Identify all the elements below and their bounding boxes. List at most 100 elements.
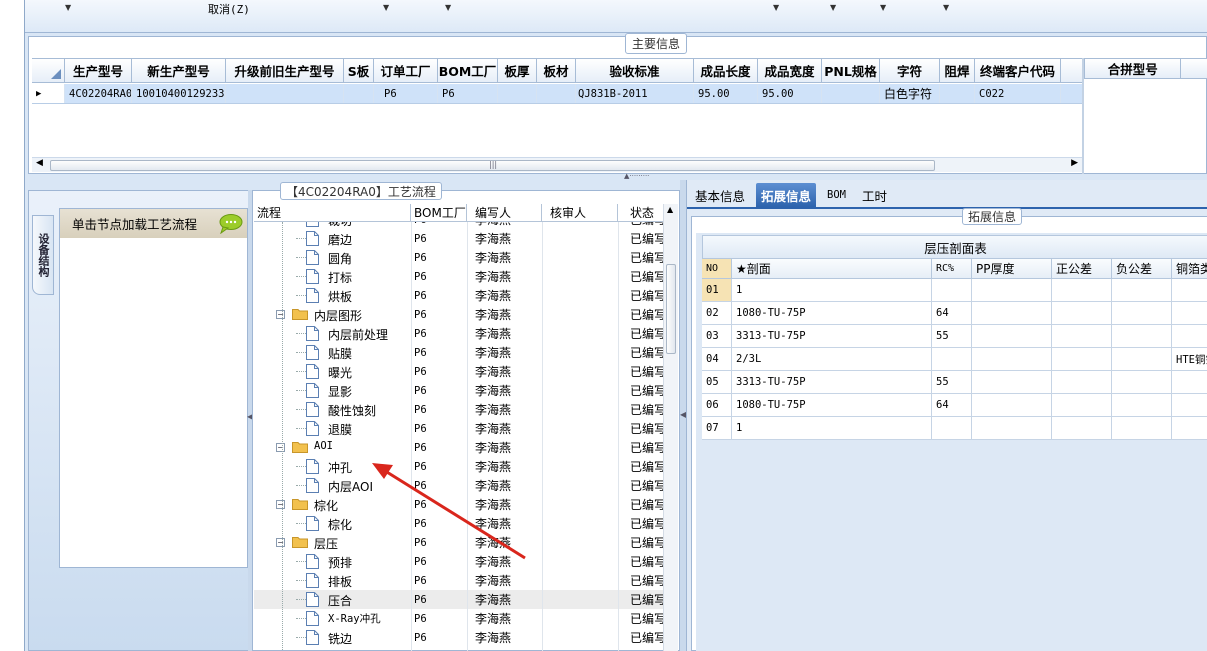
lamination-row[interactable]: 05 3313-TU-75P 55 — [702, 371, 1207, 394]
lamination-cell[interactable]: 3313-TU-75P — [732, 325, 932, 347]
cancel-button[interactable]: 取消(Z) — [208, 1, 250, 17]
grid-cell[interactable]: C022 — [975, 84, 1061, 103]
lamination-cell[interactable] — [1052, 279, 1112, 301]
grid-cell[interactable]: QJ831B-2011 — [576, 84, 694, 103]
process-node[interactable]: 退膜 — [254, 419, 411, 438]
lamination-cell[interactable] — [1112, 279, 1172, 301]
lamination-cell[interactable] — [1052, 417, 1112, 439]
splitter-grip-icon[interactable]: ▲········· — [624, 172, 649, 180]
column-header[interactable]: 编写人 — [467, 204, 542, 221]
column-header[interactable]: S板 — [344, 59, 374, 82]
lamination-cell[interactable] — [1052, 348, 1112, 370]
process-tree-row[interactable]: 贴膜 P6 李海燕 已编写 — [254, 343, 664, 362]
lamination-cell[interactable] — [1112, 394, 1172, 416]
process-node[interactable]: 内层前处理 — [254, 324, 411, 343]
column-header[interactable]: 验收标准 — [576, 59, 694, 82]
lamination-cell[interactable] — [932, 417, 972, 439]
lamination-cell[interactable] — [1172, 394, 1207, 416]
lamination-cell[interactable] — [1052, 302, 1112, 324]
process-node[interactable]: 铣边 — [254, 628, 411, 647]
grid-cell[interactable] — [537, 84, 576, 103]
horizontal-scrollbar[interactable]: ◀ ||| ▶ — [32, 157, 1082, 172]
lamination-cell[interactable]: 64 — [932, 302, 972, 324]
process-tree-row[interactable]: 内层前处理 P6 李海燕 已编写 — [254, 324, 664, 343]
lamination-cell[interactable] — [1112, 302, 1172, 324]
lamination-cell[interactable] — [1112, 348, 1172, 370]
process-tree-row[interactable]: 打标 P6 李海燕 已编写 — [254, 267, 664, 286]
process-tree-row[interactable]: 酸性蚀刻 P6 李海燕 已编写 — [254, 400, 664, 419]
lamination-cell[interactable]: 02 — [702, 302, 732, 324]
column-header[interactable]: 板材 — [537, 59, 576, 82]
lamination-cell[interactable] — [1052, 394, 1112, 416]
grid-cell[interactable] — [822, 84, 880, 103]
lamination-cell[interactable] — [1052, 371, 1112, 393]
dropdown-arrow-icon[interactable]: ▼ — [445, 3, 451, 12]
lamination-cell[interactable] — [1172, 325, 1207, 347]
tab-equipment-structure[interactable]: 设备结构 — [32, 215, 54, 295]
process-node[interactable]: 圆角 — [254, 248, 411, 267]
lamination-cell[interactable]: 2/3L — [732, 348, 932, 370]
lamination-row[interactable]: 03 3313-TU-75P 55 — [702, 325, 1207, 348]
lamination-cell[interactable]: 04 — [702, 348, 732, 370]
grid-cell[interactable]: 10010400129233 — [132, 84, 226, 103]
process-tree-row[interactable]: 圆角 P6 李海燕 已编写 — [254, 248, 664, 267]
collapse-toggle-icon[interactable]: − — [276, 538, 285, 547]
column-header[interactable]: PNL规格 — [822, 59, 880, 82]
grid-cell[interactable]: P6 — [374, 84, 438, 103]
process-tree-row[interactable]: 退膜 P6 李海燕 已编写 — [254, 419, 664, 438]
lamination-cell[interactable] — [1112, 371, 1172, 393]
process-tree-row[interactable]: 排板 P6 李海燕 已编写 — [254, 571, 664, 590]
lamination-cell[interactable] — [972, 371, 1052, 393]
lamination-cell[interactable] — [1052, 325, 1112, 347]
lamination-cell[interactable]: HTE铜箔 — [1172, 348, 1207, 370]
column-header[interactable]: 升级前旧生产型号 — [226, 59, 344, 82]
process-tree-row[interactable]: 铣边 P6 李海燕 已编写 — [254, 628, 664, 647]
lamination-cell[interactable]: 1080-TU-75P — [732, 302, 932, 324]
lamination-cell[interactable] — [972, 417, 1052, 439]
grid-cell[interactable] — [344, 84, 374, 103]
lamination-cell[interactable]: 55 — [932, 371, 972, 393]
column-header[interactable]: 负公差 — [1112, 259, 1172, 278]
lamination-cell[interactable] — [972, 348, 1052, 370]
lamination-row[interactable]: 06 1080-TU-75P 64 — [702, 394, 1207, 417]
lamination-cell[interactable] — [972, 325, 1052, 347]
column-header[interactable]: 状态 — [618, 204, 664, 221]
lamination-cell[interactable] — [1172, 279, 1207, 301]
tab-bom[interactable]: BOM — [822, 183, 851, 207]
lamination-cell[interactable] — [1172, 302, 1207, 324]
process-node[interactable]: 烘板 — [254, 286, 411, 305]
dropdown-arrow-icon[interactable]: ▼ — [880, 3, 886, 12]
grid-cell[interactable]: 白色字符 — [880, 84, 940, 103]
lamination-cell[interactable]: 1 — [732, 279, 932, 301]
collapse-toggle-icon[interactable]: − — [276, 443, 285, 452]
process-node[interactable]: X-Ray冲孔 — [254, 609, 411, 628]
process-tree-row[interactable]: X-Ray冲孔 P6 李海燕 已编写 — [254, 609, 664, 628]
lamination-cell[interactable] — [932, 348, 972, 370]
lamination-row[interactable]: 01 1 — [702, 279, 1207, 302]
grid-cell[interactable] — [498, 84, 537, 103]
grid-cell[interactable] — [226, 84, 344, 103]
process-tree-row[interactable]: 压合 P6 李海燕 已编写 — [254, 590, 664, 609]
dropdown-arrow-icon[interactable]: ▼ — [830, 3, 836, 12]
column-header[interactable]: 核审人 — [542, 204, 618, 221]
tab-basic-info[interactable]: 基本信息 — [690, 183, 750, 207]
column-header[interactable]: 成品长度 — [694, 59, 758, 82]
tab-extended-info[interactable]: 拓展信息 — [756, 183, 817, 207]
process-tree-row[interactable]: 显影 P6 李海燕 已编写 — [254, 381, 664, 400]
process-node[interactable]: 裁切 — [254, 222, 411, 229]
lamination-cell[interactable]: 01 — [702, 279, 732, 301]
process-tree-row[interactable]: 曝光 P6 李海燕 已编写 — [254, 362, 664, 381]
column-header[interactable]: 新生产型号 — [132, 59, 226, 82]
lamination-cell[interactable]: 1080-TU-75P — [732, 394, 932, 416]
lamination-cell[interactable] — [1172, 371, 1207, 393]
column-header[interactable]: 终端客户代码 — [975, 59, 1061, 82]
lamination-row[interactable]: 042/3L HTE铜箔 — [702, 348, 1207, 371]
lamination-cell[interactable] — [1112, 417, 1172, 439]
process-tree-row[interactable]: 裁切 P6李海燕 已编写 — [254, 222, 664, 229]
lamination-cell[interactable] — [1172, 417, 1207, 439]
process-node[interactable]: 显影 — [254, 381, 411, 400]
column-header[interactable]: ★剖面 — [732, 259, 932, 278]
column-header[interactable]: 板厚 — [498, 59, 537, 82]
dropdown-arrow-icon[interactable]: ▼ — [943, 3, 949, 12]
collapse-toggle-icon[interactable]: − — [276, 310, 285, 319]
